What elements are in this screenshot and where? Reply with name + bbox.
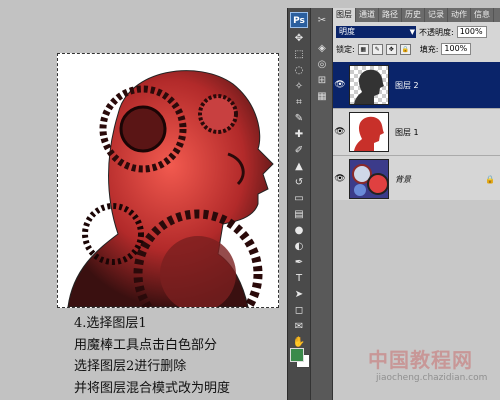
magic-wand-icon[interactable]: ✧ [291, 80, 307, 94]
tab-history[interactable]: 历史 [402, 8, 425, 22]
document-canvas[interactable] [57, 53, 279, 308]
lock-transparency-button[interactable]: ▦ [357, 43, 369, 55]
path-select-icon[interactable]: ➤ [291, 288, 307, 302]
watermark-url: jiaocheng.chazidian.com [376, 373, 488, 383]
color-swatches[interactable] [290, 348, 310, 368]
layer-thumbnail [349, 159, 389, 199]
move-icon[interactable]: ✥ [291, 32, 307, 46]
dock-layers-icon[interactable]: ◈ [314, 42, 330, 56]
opacity-input[interactable]: 100% [456, 26, 487, 38]
instruction-line-3: 选择图层2进行删除 [74, 359, 187, 374]
lock-pixels-button[interactable]: ✎ [371, 43, 383, 55]
lasso-icon[interactable]: ◌ [291, 64, 307, 78]
chevron-down-icon: ▼ [409, 28, 415, 36]
marquee-icon[interactable]: ⬚ [291, 48, 307, 62]
lock-row: 锁定: ▦ ✎ ✥ 🔒 填充: 100% [333, 42, 500, 56]
layer-name: 图层 2 [395, 80, 419, 90]
dock-tools-icon[interactable]: ✂ [314, 14, 330, 28]
layer-row-background[interactable]: 👁 背景 🔒 [333, 156, 500, 203]
eye-icon[interactable]: 👁 [333, 174, 347, 184]
fill-label: 填充: [419, 44, 439, 54]
layer-row-1[interactable]: 👁 图层 1 [333, 109, 500, 156]
eye-icon[interactable]: 👁 [333, 127, 347, 137]
tab-paths[interactable]: 路径 [379, 8, 402, 22]
gradient-icon[interactable]: ▤ [291, 208, 307, 222]
panel-dock: ✂ ◈ ◎ ⊞ ▦ [310, 8, 333, 400]
watermark-title: 中国教程网 [368, 348, 473, 372]
tab-layers[interactable]: 图层 [333, 8, 356, 22]
dock-paths-icon[interactable]: ⊞ [314, 74, 330, 88]
dodge-icon[interactable]: ◐ [291, 240, 307, 254]
layer-thumbnail [349, 112, 389, 152]
eye-icon[interactable]: 👁 [333, 80, 347, 90]
healing-icon[interactable]: ✚ [291, 128, 307, 142]
canvas-area[interactable]: 4.选择图层1 用魔棒工具点击白色部分 选择图层2进行删除 并将图层混合模式改为… [0, 0, 287, 400]
lock-label: 锁定: [336, 44, 355, 54]
artwork-image [67, 70, 274, 307]
crop-icon[interactable]: ⌗ [291, 96, 307, 110]
blur-icon[interactable]: ● [291, 224, 307, 238]
tools-panel: Ps ✥ ⬚ ◌ ✧ ⌗ ✎ ✚ ✐ ▲ ↺ ▭ ▤ ● ◐ ✒ T ➤ ◻ ✉… [287, 8, 310, 400]
layer-row-2[interactable]: 👁 图层 2 [333, 62, 500, 109]
blend-row: 明度 ▼ 不透明度: 100% [333, 22, 500, 42]
history-brush-icon[interactable]: ↺ [291, 176, 307, 190]
layer-name: 图层 1 [395, 127, 419, 137]
blend-mode-select[interactable]: 明度 ▼ [336, 26, 416, 38]
shape-icon[interactable]: ◻ [291, 304, 307, 318]
tab-info[interactable]: 信息 [471, 8, 494, 22]
fill-input[interactable]: 100% [441, 43, 472, 55]
brush-icon[interactable]: ✐ [291, 144, 307, 158]
layer-name: 背景 [395, 174, 411, 184]
blend-mode-value: 明度 [339, 27, 355, 36]
eyedropper-icon[interactable]: ✎ [291, 112, 307, 126]
tab-actions[interactable]: 动作 [448, 8, 471, 22]
instruction-text: 4.选择图层1 用魔棒工具点击白色部分 选择图层2进行删除 并将图层混合模式改为… [74, 313, 230, 399]
photoshop-logo: Ps [290, 12, 308, 28]
lock-all-button[interactable]: 🔒 [399, 43, 411, 55]
lock-position-button[interactable]: ✥ [385, 43, 397, 55]
watermark: 中国教程网 jiaocheng.chazidian.com [368, 344, 500, 400]
panel-tabs: 图层 通道 路径 历史 记录 动作 信息 [333, 8, 500, 22]
pen-icon[interactable]: ✒ [291, 256, 307, 270]
foreground-color-swatch[interactable] [290, 348, 304, 362]
eraser-icon[interactable]: ▭ [291, 192, 307, 206]
layer-thumbnail [349, 65, 389, 105]
notes-icon[interactable]: ✉ [291, 320, 307, 334]
type-icon[interactable]: T [291, 272, 307, 286]
instruction-line-4: 并将图层混合模式改为明度 [74, 380, 231, 396]
layers-panel: 图层 通道 路径 历史 记录 动作 信息 明度 ▼ 不透明度: 100% 锁定:… [332, 8, 500, 400]
layers-list: 👁 图层 2 👁 图层 1 👁 背景 🔒 [333, 62, 500, 203]
stamp-icon[interactable]: ▲ [291, 160, 307, 174]
opacity-label: 不透明度: [419, 27, 454, 37]
tab-records[interactable]: 记录 [425, 8, 448, 22]
dock-history-icon[interactable]: ▦ [314, 90, 330, 104]
instruction-line-2: 用魔棒工具点击白色部分 [74, 337, 218, 353]
instruction-line-1: 4.选择图层1 [74, 316, 147, 331]
lock-icon: 🔒 [485, 174, 495, 184]
dock-channels-icon[interactable]: ◎ [314, 58, 330, 72]
tab-channels[interactable]: 通道 [356, 8, 379, 22]
